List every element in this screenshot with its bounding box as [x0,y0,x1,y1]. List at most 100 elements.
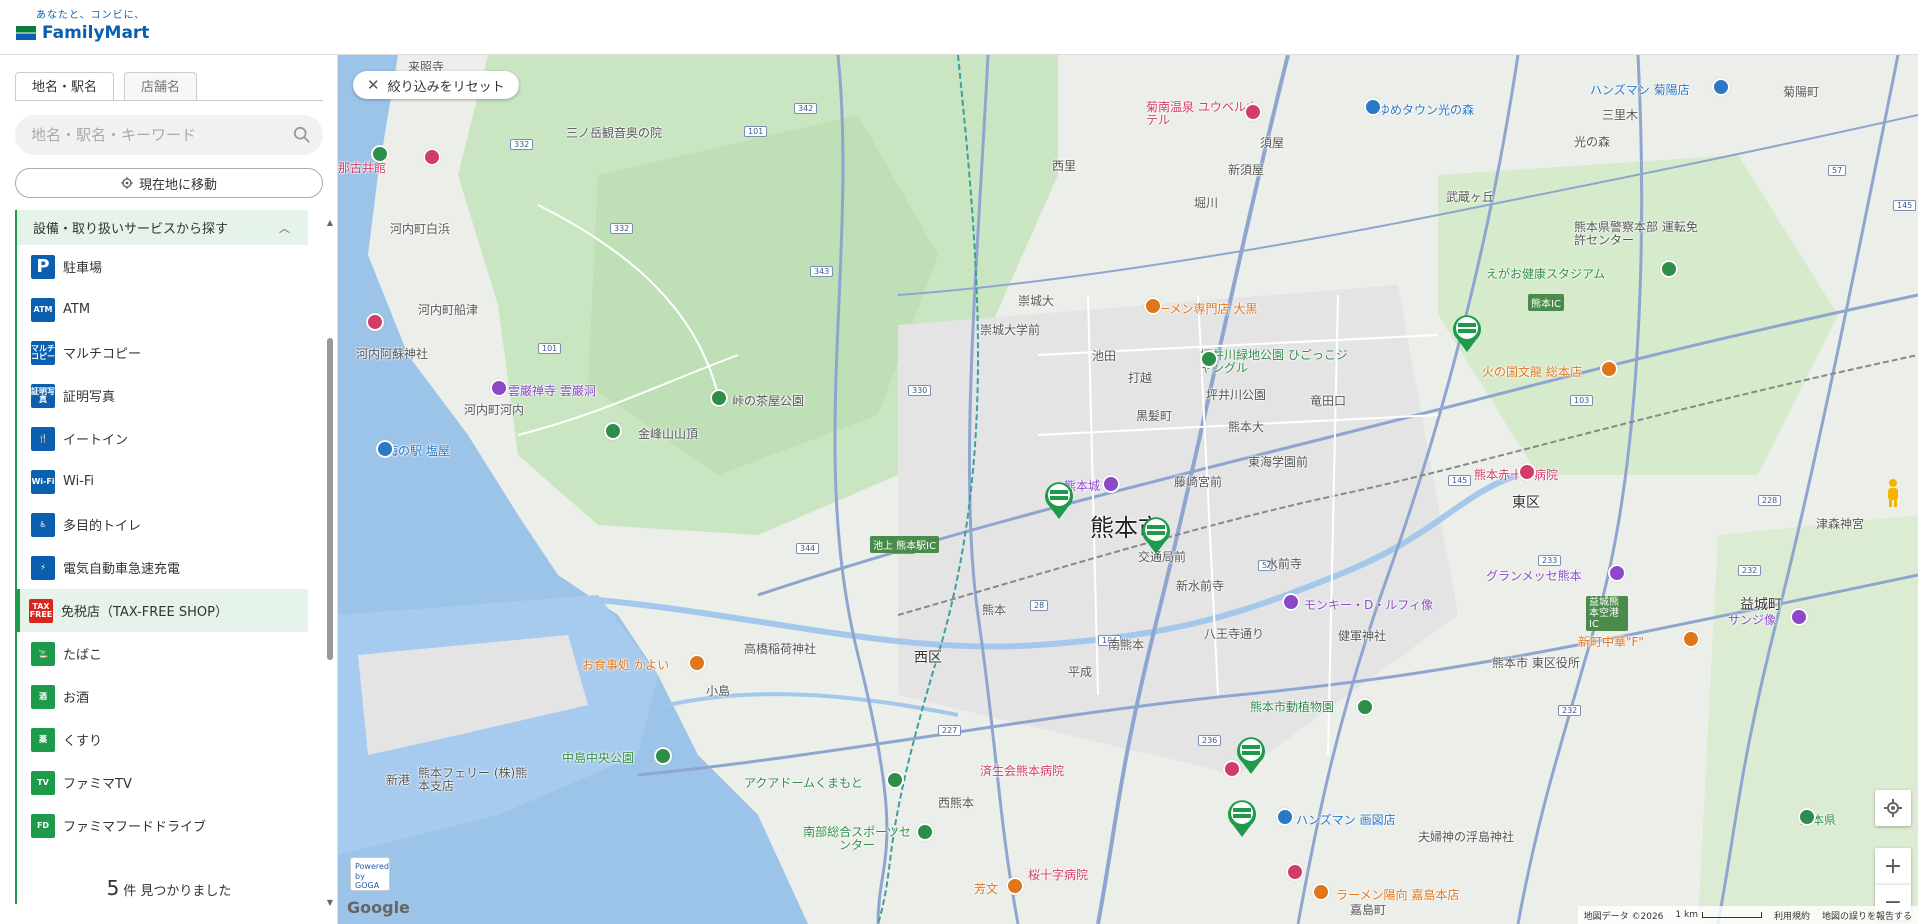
poi-kayoi-restaurant[interactable]: お食事処 かよい [582,656,669,673]
sports-center-marker-icon[interactable] [916,823,934,841]
hotel-marker-icon[interactable] [423,148,441,166]
service-item-accessible-toilet[interactable]: ♿ 多目的トイレ [17,503,308,546]
report-error-link[interactable]: 地図の誤りを報告する [1822,909,1912,922]
kumamoto-pref-marker-icon[interactable] [1798,808,1816,826]
hotel-marker-icon-3[interactable] [1244,103,1262,121]
restaurant-marker-icon-2[interactable] [1600,360,1618,378]
my-location-button[interactable] [1875,790,1911,826]
shopping-marker-icon-3[interactable] [376,440,394,458]
service-item-ev-charge[interactable]: ⚡ 電気自動車急速充電 [17,546,308,589]
temple-marker-icon[interactable] [490,379,508,397]
service-item-liquor[interactable]: 酒お酒 [17,675,308,718]
search-input[interactable] [15,115,275,155]
luffy-marker-icon[interactable] [1282,593,1300,611]
hospital-marker-icon[interactable] [1518,463,1536,481]
zoo-marker-icon[interactable] [1356,698,1374,716]
poi-kumamoto-zoo[interactable]: 熊本市動植物園 [1250,698,1334,715]
service-item-tax-free[interactable]: TAX FREE 免税店（TAX-FREE SHOP） [17,589,308,632]
street-view-pegman-icon[interactable] [1875,475,1911,511]
hotel-marker-icon-2[interactable] [366,313,384,331]
poi-sanji-statue[interactable]: サンジ像 [1728,611,1776,628]
poi-tsuboigawa-park[interactable]: 坪井川緑地公園 ひごっこジャングル [1200,349,1350,375]
restaurant-marker-icon-6[interactable] [1006,877,1024,895]
shopping-marker-icon[interactable] [1364,98,1382,116]
poi-youme-town[interactable]: ゆめタウン光の森 [1378,101,1474,118]
poi-takahashi-inari[interactable]: 高橋稲荷神社 [744,640,816,657]
poi-police-license-center[interactable]: 熊本県警察本部 運転免許センター [1574,221,1704,247]
poi-handsman-ezu[interactable]: ハンズマン 画図店 [1296,811,1396,828]
tab-store-name[interactable]: 店舗名 [124,72,198,101]
service-item-famima-tv[interactable]: TV ファミマTV [17,761,308,804]
service-item-wifi[interactable]: Wi-Fi Wi-Fi [17,460,308,503]
poi-hinokuni-bunryu[interactable]: 火の国文龍 総本店 [1482,363,1582,380]
poi-shinmachi-chuka[interactable]: 新町中華"F" [1578,633,1644,650]
shopping-marker-icon-2[interactable] [1712,78,1730,96]
current-location-button[interactable]: 現在地に移動 [15,168,323,198]
poi-luffy-statue[interactable]: モンキー・D・ルフィ像 [1304,596,1433,613]
poi-kengun-shrine[interactable]: 健軍神社 [1338,627,1386,644]
poi-sojo-univ[interactable]: 崇城大 [1018,292,1054,309]
service-item-id-photo[interactable]: 証明写真 証明写真 [17,374,308,417]
poi-kawachi-aso-shrine[interactable]: 河内阿蘇神社 [356,345,428,362]
terms-link[interactable]: 利用規約 [1774,909,1810,922]
search-icon[interactable] [293,126,311,144]
poi-tsumori-jingu[interactable]: 津森神宮 [1816,515,1864,532]
grandmesse-marker-icon[interactable] [1608,564,1626,582]
familymart-store-pin-icon-3[interactable] [1139,515,1173,555]
park-marker-icon-2[interactable] [710,389,728,407]
familymart-store-pin-icon-4[interactable] [1234,735,1268,775]
store-map[interactable]: 342 101 332 332 343 330 101 344 237 28 5… [338,55,1918,924]
scrollbar-thumb[interactable] [327,338,333,660]
poi-egao-stadium[interactable]: えがお健康スタジアム [1486,265,1605,282]
poi-houbun[interactable]: 芳文 [974,880,998,897]
sanji-marker-icon[interactable] [1790,608,1808,626]
poi-higashi-ward-office[interactable]: 熊本市 東区役所 [1492,654,1580,671]
nakajima-park-marker-icon[interactable] [654,747,672,765]
service-section-header[interactable]: 設備・取り扱いサービスから探す ︿ [17,210,308,245]
familymart-logo[interactable]: あなたと、コンビに、 FamilyMart [16,6,149,43]
service-item-multicopy[interactable]: マルチコピー マルチコピー [17,331,308,374]
poi-sannotake-kannon[interactable]: 三ノ岳観音奥の院 [566,124,662,141]
service-item-tobacco[interactable]: 🚬 たばこ [17,632,308,675]
service-item-atm[interactable]: ATM ATM [17,288,308,331]
poi-umi-no-eki-shioya[interactable]: 海の駅 塩屋 [386,442,450,459]
poi-grandmesse[interactable]: グランメッセ熊本 [1486,567,1582,584]
restaurant-marker-icon-3[interactable] [1682,630,1700,648]
poi-kumamoto-ferry[interactable]: 熊本フェリー (株)熊本支店 [418,767,528,793]
hospital-marker-icon-3[interactable] [1286,863,1304,881]
scroll-up-arrow-icon[interactable]: ▲ [325,218,335,227]
familymart-store-pin-icon-2[interactable] [1042,480,1076,520]
poi-ukishima-shrine[interactable]: 夫婦神の浮島神社 [1418,828,1514,845]
restaurant-marker-icon-4[interactable] [688,654,706,672]
tab-place-station[interactable]: 地名・駅名 [15,72,115,101]
poi-kumamoto-univ[interactable]: 熊本大 [1228,418,1264,435]
poi-nakajima-park[interactable]: 中島中央公園 [562,749,634,766]
service-item-medicine[interactable]: 薬くすり [17,718,308,761]
poi-handsman-kikuyo[interactable]: ハンズマン 菊陽店 [1590,81,1690,98]
campsite-marker-icon[interactable] [371,145,389,163]
sidebar-scrollbar[interactable]: ▲ ▼ [325,218,335,908]
poi-saiseikai-hospital[interactable]: 済生会熊本病院 [980,762,1064,779]
stadium-marker-icon[interactable] [1660,260,1678,278]
poi-touge-no-chaya-park[interactable]: 峠の茶屋公園 [732,392,804,409]
poi-kinpozan-summit[interactable]: 金峰山山頂 [638,425,698,442]
poi-sakura-juji-hospital[interactable]: 桜十字病院 [1028,866,1088,883]
poi-unganzenji[interactable]: 雲巌禅寺 雲巌洞 [508,382,596,399]
shopping-marker-icon-4[interactable] [1276,808,1294,826]
poi-nanbu-sports-center[interactable]: 南部総合スポーツセンター [802,826,912,852]
service-item-eat-in[interactable]: 🍴 イートイン [17,417,308,460]
restaurant-marker-icon-5[interactable] [1312,883,1330,901]
poi-aqua-dome[interactable]: アクアドームくまもと [744,774,863,791]
zoom-in-button[interactable]: + [1875,848,1911,884]
aquadome-marker-icon[interactable] [886,771,904,789]
familymart-store-pin-icon[interactable] [1450,313,1484,353]
park-marker-icon[interactable] [1200,350,1218,368]
reset-filter-button[interactable]: ✕ 絞り込みをリセット [353,71,519,99]
service-item-food-drive[interactable]: FD ファミマフードドライブ [17,804,308,847]
familymart-store-pin-icon-5[interactable] [1225,798,1259,838]
restaurant-marker-icon[interactable] [1144,297,1162,315]
poi-red-cross-hospital[interactable]: 熊本赤十字病院 [1474,466,1558,483]
service-item-parking[interactable]: P 駐車場 [17,245,308,288]
powered-by-goga-badge[interactable]: Powered by GOGA [350,857,390,891]
poi-ramen-daikoku[interactable]: ラーメン専門店 大黒 [1146,300,1257,317]
